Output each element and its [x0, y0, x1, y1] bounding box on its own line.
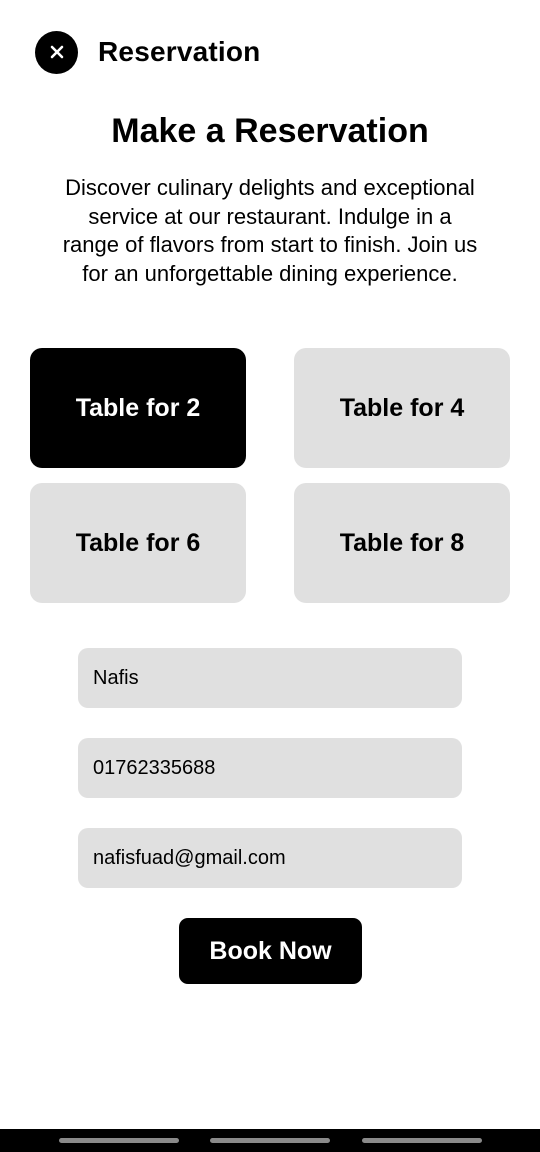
nav-gesture-pill[interactable] — [362, 1138, 482, 1143]
phone-field[interactable] — [78, 738, 462, 798]
page-title: Make a Reservation — [111, 112, 429, 150]
app-header: Reservation — [35, 30, 261, 74]
page-description: Discover culinary delights and exception… — [62, 175, 478, 286]
nav-gesture-pill[interactable] — [59, 1138, 179, 1143]
close-icon — [50, 45, 63, 59]
table-option-6[interactable]: Table for 6 — [30, 483, 246, 603]
table-option-2[interactable]: Table for 2 — [30, 348, 246, 468]
header-title: Reservation — [98, 36, 261, 67]
table-option-4[interactable]: Table for 4 — [294, 348, 510, 468]
table-option-8[interactable]: Table for 8 — [294, 483, 510, 603]
book-now-button[interactable]: Book Now — [179, 918, 362, 984]
nav-gesture-pill[interactable] — [210, 1138, 330, 1143]
email-field[interactable] — [78, 828, 462, 888]
system-navigation-bar — [0, 1129, 540, 1152]
reservation-screen: Reservation Make a Reservation Discover … — [0, 0, 540, 1152]
close-button[interactable] — [35, 30, 78, 74]
name-field[interactable] — [78, 648, 462, 708]
